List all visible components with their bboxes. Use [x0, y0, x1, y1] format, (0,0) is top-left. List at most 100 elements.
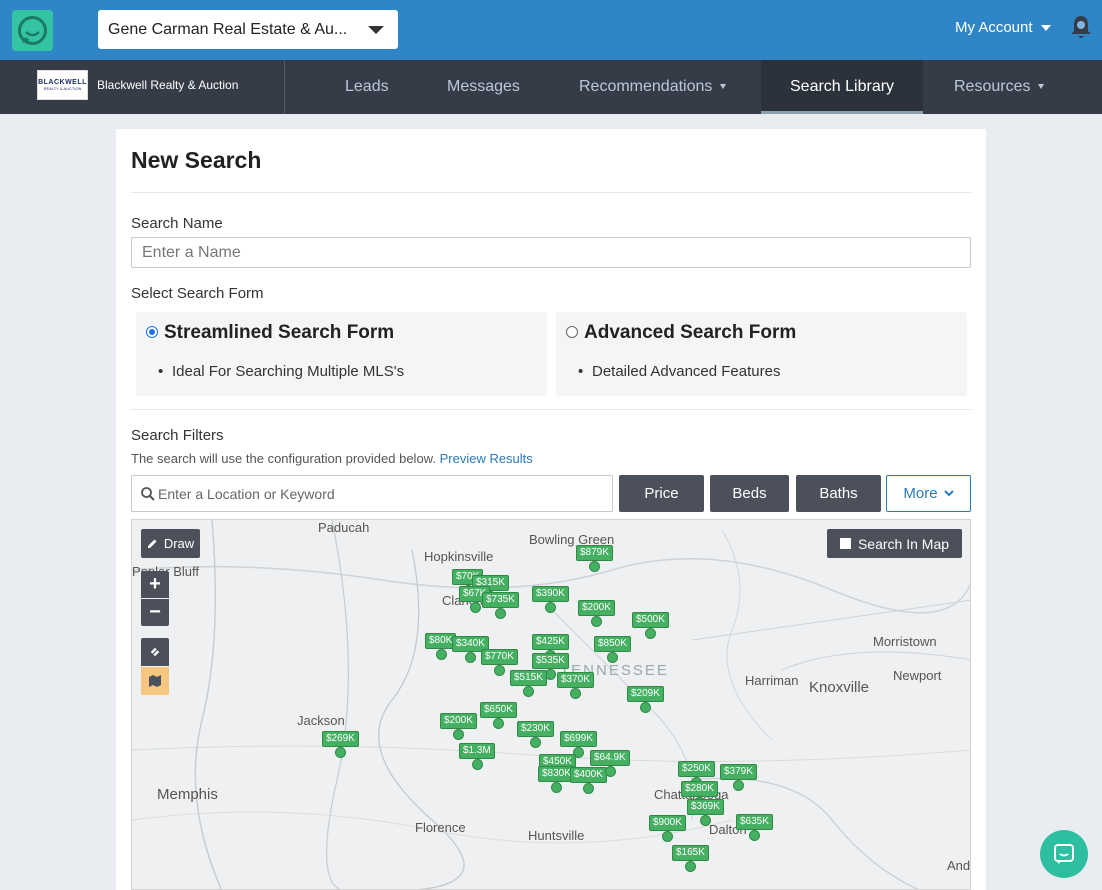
divider — [131, 192, 971, 193]
price-pin[interactable]: $269K — [322, 731, 359, 758]
filters-help: The search will use the configuration pr… — [131, 451, 533, 466]
price-pin[interactable]: $879K — [576, 545, 613, 572]
price-pin[interactable]: $200K — [440, 713, 477, 740]
price-pin[interactable]: $500K — [632, 612, 669, 639]
advanced-radio[interactable] — [566, 326, 578, 338]
app-logo[interactable] — [12, 10, 53, 51]
price-pin[interactable]: $64.9K — [590, 750, 630, 777]
zoom-out-button[interactable]: − — [141, 599, 169, 626]
city-label: And — [947, 858, 971, 873]
price-pin[interactable]: $390K — [532, 586, 569, 613]
price-pin[interactable]: $699K — [560, 731, 597, 758]
preview-results-link[interactable]: Preview Results — [440, 451, 533, 466]
price-pin[interactable]: $165K — [672, 845, 709, 872]
caret-down-icon — [720, 83, 727, 89]
nav-resources[interactable]: Resources — [954, 60, 1045, 114]
search-name-label: Search Name — [131, 215, 223, 232]
city-label: Hopkinsville — [424, 549, 494, 564]
page-title: New Search — [131, 147, 262, 173]
my-account-menu[interactable]: My Account — [955, 19, 1051, 36]
nav-resources-label: Resources — [954, 78, 1031, 95]
price-pin[interactable]: $370K — [557, 672, 594, 699]
nav-leads[interactable]: Leads — [345, 60, 389, 114]
more-filters-button[interactable]: More — [886, 475, 971, 512]
advanced-form-option[interactable]: Advanced Search Form Detailed Advanced F… — [556, 312, 967, 396]
nav-divider — [284, 60, 285, 114]
price-pin[interactable]: $369K — [687, 799, 724, 826]
search-in-map-toggle[interactable]: Search In Map — [827, 529, 962, 558]
brand-logo-subtext: REALTY & AUCTION — [43, 86, 82, 91]
chat-button[interactable] — [1040, 830, 1088, 878]
account-selector[interactable]: Gene Carman Real Estate & Au... — [98, 10, 398, 49]
price-pin[interactable]: $770K — [481, 649, 518, 676]
city-label: Memphis — [157, 786, 218, 803]
location-input[interactable] — [158, 476, 608, 511]
streamlined-form-option[interactable]: Streamlined Search Form Ideal For Search… — [136, 312, 547, 396]
brand-logo: BLACKWELL REALTY & AUCTION — [37, 70, 88, 100]
search-name-input[interactable] — [131, 237, 971, 268]
price-pin[interactable]: $250K — [678, 761, 715, 788]
brand[interactable]: BLACKWELL REALTY & AUCTION Blackwell Rea… — [37, 70, 238, 100]
price-pin[interactable]: $230K — [517, 721, 554, 748]
caret-down-icon — [1038, 83, 1045, 89]
city-label: Huntsville — [528, 828, 585, 843]
advanced-description: Detailed Advanced Features — [578, 363, 780, 380]
price-filter-button[interactable]: Price — [619, 475, 704, 512]
nav-search-library[interactable]: Search Library — [761, 60, 923, 114]
brand-name: Blackwell Realty & Auction — [97, 78, 239, 92]
zoom-in-button[interactable]: + — [141, 571, 169, 598]
price-pin[interactable]: $280K — [681, 781, 718, 808]
price-pin[interactable]: $200K — [578, 600, 615, 627]
price-pin[interactable]: $535K — [532, 653, 569, 680]
baths-filter-button[interactable]: Baths — [796, 475, 881, 512]
streamlined-radio[interactable] — [146, 326, 158, 338]
location-search[interactable] — [131, 475, 613, 512]
city-label: Newport — [893, 668, 942, 683]
map-icon — [149, 675, 161, 687]
nav-messages[interactable]: Messages — [447, 60, 520, 114]
price-pin[interactable]: $650K — [480, 702, 517, 729]
draw-label: Draw — [163, 536, 195, 551]
caret-down-icon — [1040, 24, 1051, 31]
nav-leads-label: Leads — [345, 78, 389, 95]
price-pin[interactable]: $209K — [627, 686, 664, 713]
nav-recommendations[interactable]: Recommendations — [579, 60, 727, 114]
divider — [131, 409, 971, 410]
price-pin[interactable]: $850K — [594, 636, 631, 663]
search-filters-label: Search Filters — [131, 427, 224, 444]
notification-bell-icon[interactable] — [1069, 14, 1093, 40]
price-pin[interactable]: $735K — [482, 592, 519, 619]
price-pin[interactable]: $425K — [532, 634, 569, 661]
price-pin[interactable]: $635K — [736, 814, 773, 841]
beds-filter-button[interactable]: Beds — [710, 475, 789, 512]
nav-search-library-label: Search Library — [790, 78, 895, 95]
price-pin[interactable]: $1.3M — [459, 743, 495, 770]
map[interactable]: Paducah Bowling Green Hopkinsville Clark… — [131, 519, 971, 890]
price-pin[interactable]: $900K — [649, 815, 686, 842]
pencil-icon — [147, 539, 157, 548]
checkbox-icon[interactable] — [839, 538, 851, 549]
city-label: Paducah — [318, 520, 370, 535]
brand-logo-text: BLACKWELL — [38, 79, 87, 86]
nav-recommendations-label: Recommendations — [579, 78, 713, 95]
city-label: Harriman — [745, 673, 799, 688]
price-pin[interactable]: $400K — [570, 767, 607, 794]
search-in-map-label: Search In Map — [857, 535, 950, 552]
satellite-icon — [148, 645, 162, 659]
price-pin[interactable]: $515K — [510, 670, 547, 697]
draw-button[interactable]: Draw — [141, 529, 200, 558]
top-bar: Gene Carman Real Estate & Au... My Accou… — [0, 0, 1102, 60]
map-view-button[interactable] — [141, 667, 169, 695]
filters-help-text: The search will use the configuration pr… — [131, 451, 436, 466]
my-account-label: My Account — [955, 19, 1033, 36]
account-selector-value: Gene Carman Real Estate & Au... — [108, 20, 348, 38]
satellite-view-button[interactable] — [141, 638, 169, 666]
streamlined-title: Streamlined Search Form — [164, 322, 395, 343]
streamlined-description: Ideal For Searching Multiple MLS's — [158, 363, 404, 380]
advanced-title: Advanced Search Form — [584, 322, 797, 343]
select-form-label: Select Search Form — [131, 285, 264, 302]
nav-messages-label: Messages — [447, 78, 520, 95]
price-pin[interactable]: $379K — [720, 764, 757, 791]
city-label: Knoxville — [809, 679, 870, 696]
city-label: Jackson — [297, 713, 345, 728]
